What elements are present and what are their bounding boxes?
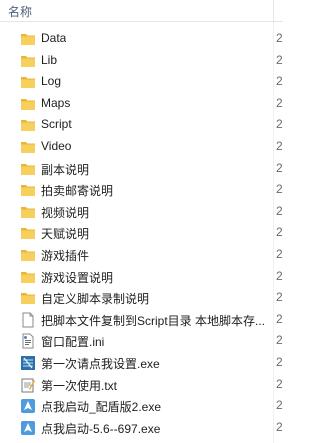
truncated-date-modified: 2 xyxy=(276,311,283,326)
folder-icon xyxy=(20,182,36,198)
file-name: 第一次请点我设置.exe xyxy=(41,356,160,371)
file-name: 点我启动-5.6--697.exe xyxy=(41,421,161,436)
file-row[interactable]: 自定义脚本录制说明 2 xyxy=(0,287,283,309)
file-row[interactable]: 窗口配置.ini 2 xyxy=(0,330,283,352)
file-name: Log xyxy=(41,74,62,89)
blank-file-icon xyxy=(20,312,36,328)
file-name: Script xyxy=(41,117,72,132)
file-row[interactable]: 视频说明 2 xyxy=(0,201,283,223)
truncated-date-modified: 2 xyxy=(276,246,283,261)
file-name: 天赋说明 xyxy=(41,227,90,242)
app-exe-icon xyxy=(20,398,36,414)
name-column-header[interactable]: 名称 xyxy=(8,3,32,20)
truncated-date-modified: 2 xyxy=(276,333,283,348)
truncated-date-modified: 2 xyxy=(276,290,283,305)
config-file-icon xyxy=(20,333,36,349)
file-row[interactable]: 游戏插件 2 xyxy=(0,244,283,266)
file-name: 副本说明 xyxy=(41,162,90,177)
truncated-date-modified: 2 xyxy=(276,268,283,283)
file-name: 第一次使用.txt xyxy=(41,378,118,393)
file-row[interactable]: 拍卖邮寄说明 2 xyxy=(0,179,283,201)
truncated-date-modified: 2 xyxy=(276,182,283,197)
column-header: 名称 xyxy=(0,0,283,22)
file-name: 游戏插件 xyxy=(41,248,90,263)
setup-exe-icon xyxy=(20,355,36,371)
truncated-date-modified: 2 xyxy=(276,138,283,153)
truncated-date-modified: 2 xyxy=(276,376,283,391)
file-name: Data xyxy=(41,31,67,45)
file-row[interactable]: 第一次使用.txt 2 xyxy=(0,374,283,396)
truncated-date-modified: 2 xyxy=(276,74,283,89)
file-name: 点我启动_配盾版2.exe xyxy=(41,400,162,415)
truncated-date-modified: 2 xyxy=(276,160,283,175)
folder-icon xyxy=(20,117,36,133)
file-name: 拍卖邮寄说明 xyxy=(41,184,114,199)
folder-icon xyxy=(20,247,36,263)
file-row[interactable]: Script 2 xyxy=(0,114,283,136)
file-row[interactable]: Log 2 xyxy=(0,71,283,93)
file-name: Video xyxy=(41,138,72,153)
folder-icon xyxy=(20,53,36,69)
truncated-date-modified: 2 xyxy=(276,398,283,413)
truncated-date-modified: 2 xyxy=(276,52,283,67)
folder-icon xyxy=(20,31,36,47)
folder-icon xyxy=(20,269,36,285)
file-row[interactable]: Maps 2 xyxy=(0,93,283,115)
file-row[interactable]: 点我启动-5.6--697.exe 2 xyxy=(0,417,283,439)
folder-icon xyxy=(20,204,36,220)
file-row[interactable]: 副本说明 2 xyxy=(0,158,283,180)
folder-icon xyxy=(20,290,36,306)
file-name: Maps xyxy=(41,95,71,110)
file-name: 把脚本文件复制到Script目录 本地脚本存... xyxy=(41,313,266,328)
file-row[interactable]: Data 2 xyxy=(0,28,283,50)
truncated-date-modified: 2 xyxy=(276,354,283,369)
column-divider[interactable] xyxy=(273,0,274,22)
folder-icon xyxy=(20,161,36,177)
file-row[interactable]: 第一次请点我设置.exe 2 xyxy=(0,352,283,374)
file-name: 视频说明 xyxy=(41,205,90,220)
file-name: 窗口配置.ini xyxy=(41,335,105,350)
file-name: Lib xyxy=(41,52,58,67)
file-list: Data 2 Lib 2 Log 2 Maps 2 Script 2 Video 2 副本说明 2 拍卖邮寄… xyxy=(0,28,283,438)
file-row[interactable]: Lib 2 xyxy=(0,50,283,72)
file-name: 自定义脚本录制说明 xyxy=(41,292,150,307)
folder-icon xyxy=(20,74,36,90)
app-exe-icon xyxy=(20,420,36,436)
truncated-date-modified: 2 xyxy=(276,117,283,132)
text-file-icon xyxy=(20,377,36,393)
file-name: 游戏设置说明 xyxy=(41,270,114,285)
truncated-date-modified: 2 xyxy=(276,225,283,240)
file-row[interactable]: 游戏设置说明 2 xyxy=(0,266,283,288)
folder-icon xyxy=(20,96,36,112)
file-row[interactable]: 点我启动_配盾版2.exe 2 xyxy=(0,395,283,417)
truncated-date-modified: 2 xyxy=(276,95,283,110)
folder-icon xyxy=(20,225,36,241)
folder-icon xyxy=(20,139,36,155)
file-row[interactable]: Video 2 xyxy=(0,136,283,158)
truncated-date-modified: 2 xyxy=(276,31,283,45)
truncated-date-modified: 2 xyxy=(276,419,283,434)
truncated-date-modified: 2 xyxy=(276,203,283,218)
file-row[interactable]: 把脚本文件复制到Script目录 本地脚本存... 2 xyxy=(0,309,283,331)
file-row[interactable]: 天赋说明 2 xyxy=(0,222,283,244)
